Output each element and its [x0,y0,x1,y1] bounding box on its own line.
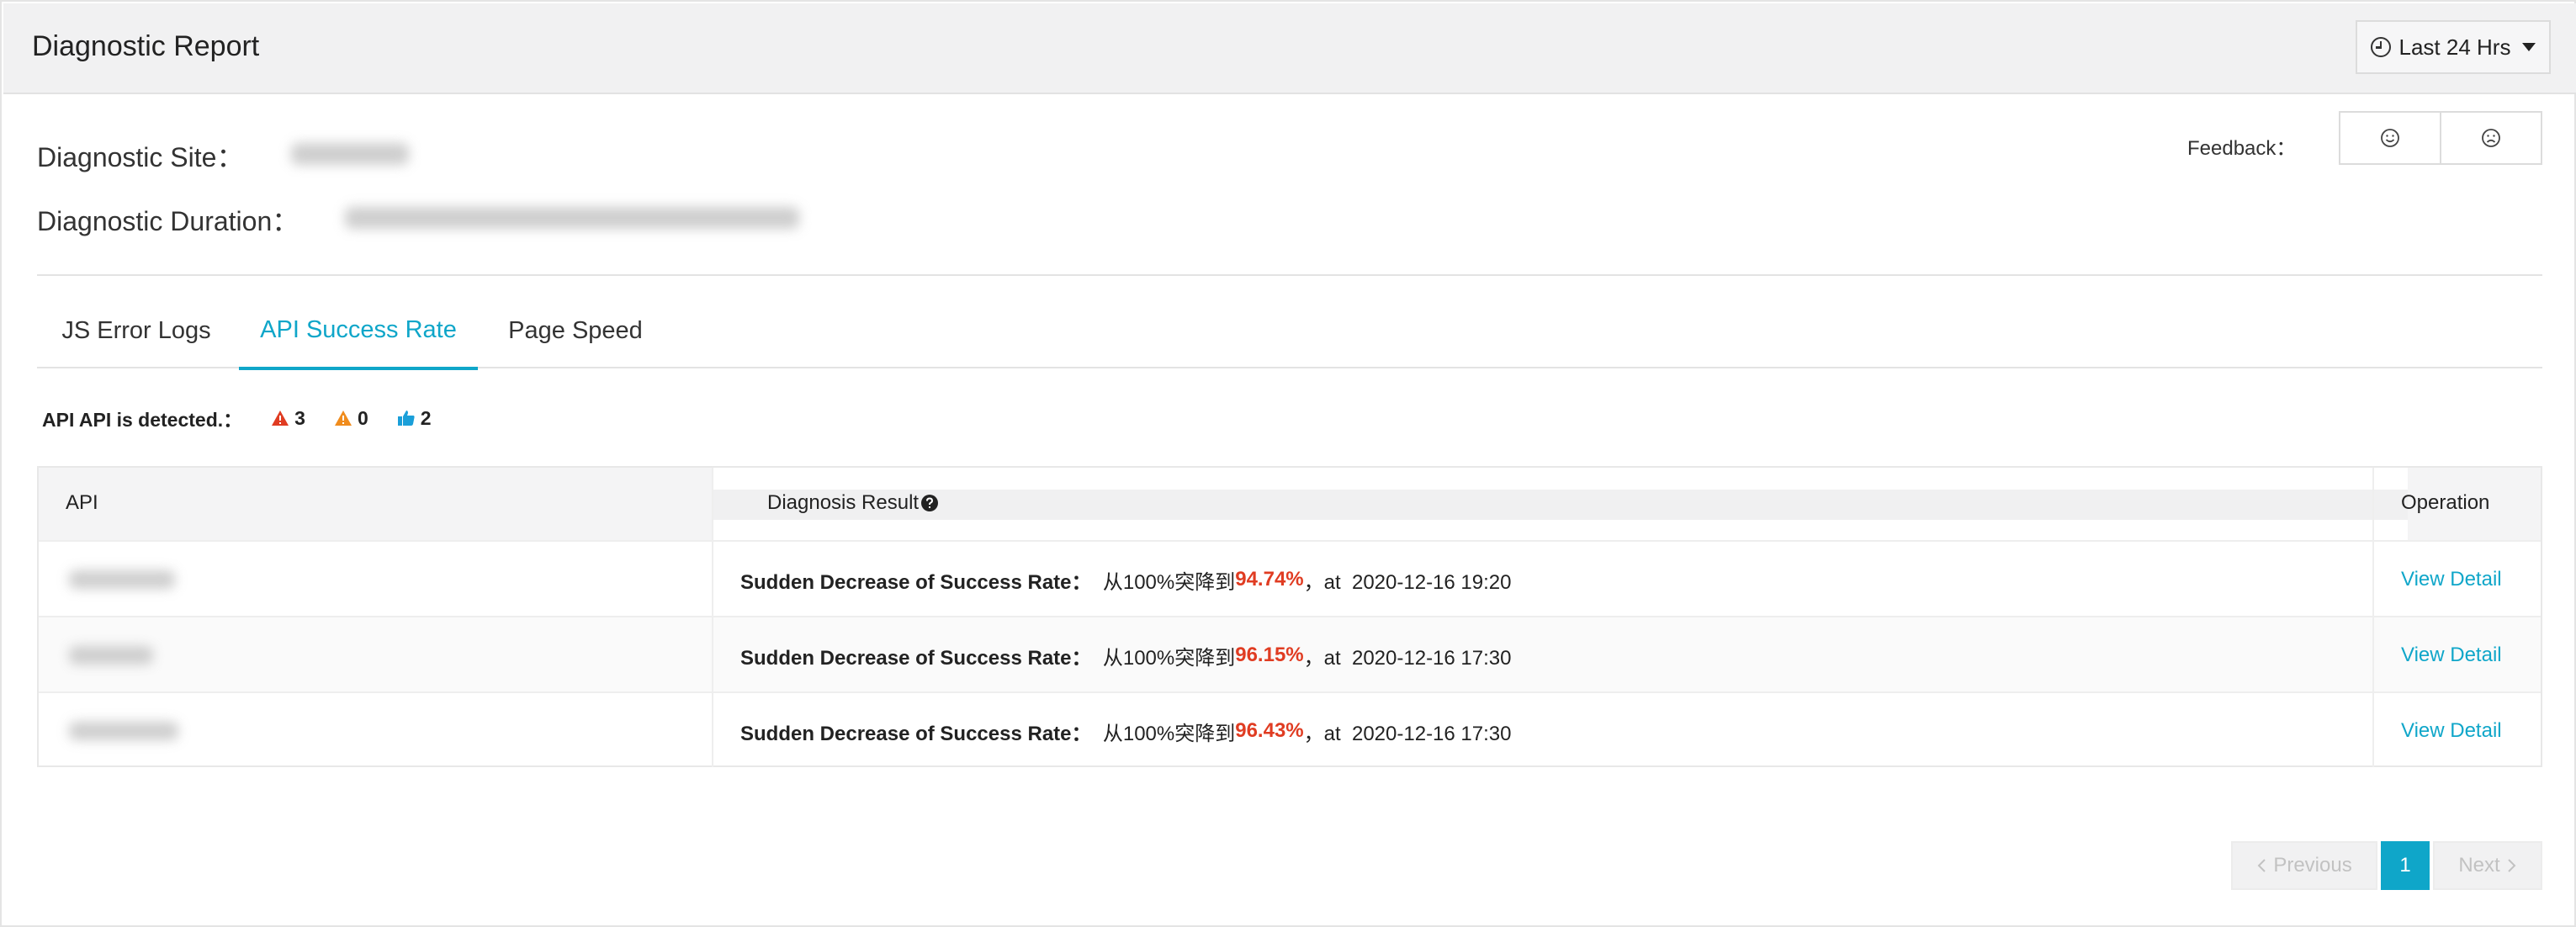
feedback-negative-button[interactable] [2440,113,2541,163]
detection-summary: API API is detected.： 3 0 2 [42,404,432,432]
error-warning-icon [272,411,289,426]
summary-text: API API is detected.： [42,409,243,431]
pagination-previous-label: Previous [2273,854,2352,877]
success-rate-value: 96.43% [1235,719,1304,742]
feedback-group [2339,111,2542,165]
error-stat: 3 [271,407,305,430]
tab-api-success-rate[interactable]: API Success Rate [239,293,478,370]
chevron-right-icon [2507,859,2516,872]
warning-stat: 0 [334,407,368,430]
diagnostic-site-label: Diagnostic Site： [37,142,244,172]
diagnostic-duration-label: Diagnostic Duration： [37,206,299,236]
chevron-left-icon [2257,859,2266,872]
smile-icon [2381,129,2399,147]
success-rate-value: 94.74% [1235,568,1304,591]
header-diagnosis-result: Diagnosis Result [767,491,939,515]
diagnosis-result-cell: Sudden Decrease of Success Rate： 从100%突降… [740,719,1512,745]
table-row: Sudden Decrease of Success Rate： 从100%突降… [39,540,2541,616]
api-diagnosis-table: API Diagnosis Result Operation Sudden De… [37,466,2542,767]
tab-bar: JS Error Logs API Success Rate Page Spee… [37,293,2542,370]
table-row: Sudden Decrease of Success Rate： 从100%突降… [39,691,2541,767]
pagination-previous-button[interactable]: Previous [2231,841,2377,890]
diagnostic-site-value [291,143,409,165]
time-range-label: Last 24 Hrs [2398,34,2511,60]
tab-page-speed[interactable]: Page Speed [483,293,668,368]
good-count: 2 [420,406,432,429]
success-rate-value: 96.15% [1235,644,1304,666]
header-api: API [66,491,98,514]
table-row: Sudden Decrease of Success Rate： 从100%突降… [39,616,2541,691]
feedback-label: Feedback： [2187,137,2297,160]
caret-down-icon [2522,43,2536,51]
column-divider [2372,468,2374,767]
frown-icon [2482,129,2500,147]
table-header: API Diagnosis Result Operation [39,468,2541,540]
diagnosis-result-cell: Sudden Decrease of Success Rate： 从100%突降… [740,568,1512,594]
thumbs-up-icon [397,411,415,426]
api-name-redacted [69,570,175,589]
section-divider [37,274,2542,276]
view-detail-link[interactable]: View Detail [2401,542,2502,617]
page-header: Diagnostic Report Last 24 Hrs [3,3,2576,94]
warning-icon [334,411,352,426]
column-divider [712,468,713,767]
api-name-redacted [69,646,153,665]
diagnosis-result-cell: Sudden Decrease of Success Rate： 从100%突降… [740,644,1512,670]
diagnostic-duration-value [345,207,799,229]
page-title: Diagnostic Report [32,30,260,62]
pagination-next-button[interactable]: Next [2433,841,2542,890]
pagination-current-page[interactable]: 1 [2381,841,2430,890]
warning-count: 0 [357,406,368,429]
report-frame: Diagnostic Report Last 24 Hrs Diagnostic… [0,0,2576,927]
clock-icon [2370,37,2391,57]
api-name-redacted [69,722,178,740]
good-stat: 2 [397,407,432,430]
header-operation: Operation [2401,491,2490,514]
help-icon[interactable] [920,494,939,512]
time-range-dropdown[interactable]: Last 24 Hrs [2356,20,2551,74]
feedback-positive-button[interactable] [2340,113,2440,163]
pagination-next-label: Next [2458,854,2500,877]
view-detail-link[interactable]: View Detail [2401,617,2502,693]
error-count: 3 [294,406,305,429]
header-diagnosis-result-label: Diagnosis Result [767,491,920,514]
tab-js-error-logs[interactable]: JS Error Logs [37,293,236,368]
view-detail-link[interactable]: View Detail [2401,693,2502,769]
